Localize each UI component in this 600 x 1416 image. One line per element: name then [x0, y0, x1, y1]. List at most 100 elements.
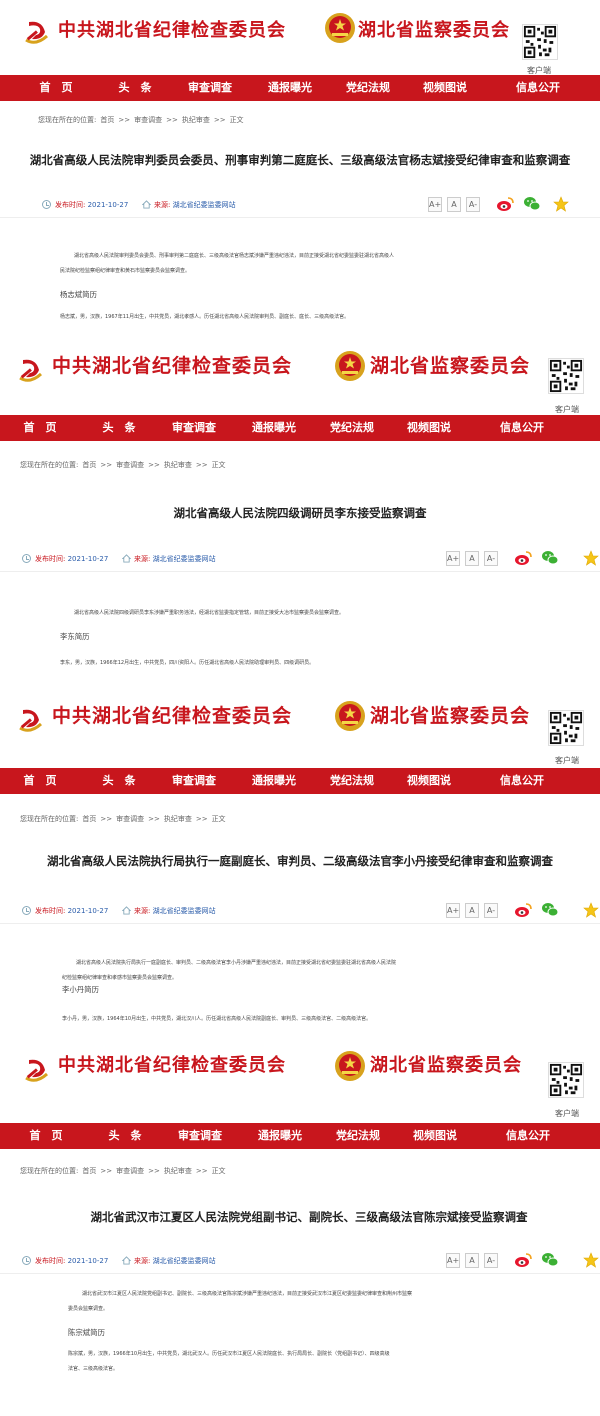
favorite-star-icon[interactable] — [582, 902, 600, 918]
nav-item[interactable]: 审查调查 — [180, 75, 240, 101]
publish-date: 发布时间: 2021-10-27 — [35, 907, 109, 915]
supervision-site-name[interactable]: 湖北省监察委员会 — [370, 701, 530, 728]
weibo-share-icon[interactable] — [514, 550, 532, 566]
breadcrumb-link[interactable]: 执纪审查 — [164, 461, 192, 469]
publish-date: 发布时间: 2021-10-27 — [35, 1257, 109, 1265]
nav-item[interactable]: 信息公开 — [492, 768, 552, 794]
breadcrumb-link[interactable]: 首页 — [82, 815, 96, 823]
nav-item[interactable]: 首 页 — [16, 1123, 76, 1149]
nav-item[interactable]: 头 条 — [89, 768, 149, 794]
intro-line: 湖北省高级人民法院执行局执行一庭副庭长、审判员、二级高级法官李小丹涉嫌严重违纪违… — [76, 960, 397, 966]
party-site-name[interactable]: 中共湖北省纪律检查委员会 — [52, 351, 292, 378]
article-source: 来源: 湖北省纪委监委网站 — [154, 201, 236, 209]
source-icon — [122, 906, 131, 915]
breadcrumb-link[interactable]: 执纪审查 — [182, 116, 210, 124]
breadcrumb: 您现在所在的位置: 首页 >> 审查调查 >> 执纪审查 >> 正文 — [0, 1166, 600, 1180]
font-size-small-button[interactable]: A- — [484, 1253, 498, 1268]
nav-item[interactable]: 审查调查 — [164, 768, 224, 794]
favorite-star-icon[interactable] — [582, 550, 600, 566]
party-site-name[interactable]: 中共湖北省纪律检查委员会 — [52, 701, 292, 728]
nav-item[interactable]: 视频图说 — [415, 75, 475, 101]
font-size-small-button[interactable]: A- — [484, 903, 498, 918]
breadcrumb-link[interactable]: 首页 — [82, 461, 96, 469]
weibo-share-icon[interactable] — [514, 902, 532, 918]
qr-code-icon[interactable] — [522, 24, 558, 60]
nav-item[interactable]: 首 页 — [26, 75, 86, 101]
breadcrumb: 您现在所在的位置: 首页 >> 审查调查 >> 执纪审查 >> 正文 — [0, 115, 600, 129]
national-emblem-icon — [335, 701, 365, 731]
font-size-large-button[interactable]: A+ — [446, 903, 460, 918]
breadcrumb-link[interactable]: 执纪审查 — [164, 1167, 192, 1175]
national-emblem-icon — [335, 351, 365, 381]
nav-item[interactable]: 党纪法规 — [322, 768, 382, 794]
font-size-medium-button[interactable]: A — [465, 1253, 479, 1268]
nav-item[interactable]: 信息公开 — [508, 75, 568, 101]
breadcrumb-link: 正文 — [211, 461, 226, 469]
font-size-large-button[interactable]: A+ — [446, 551, 460, 566]
nav-item[interactable]: 首 页 — [10, 415, 70, 441]
breadcrumb-link[interactable]: 审查调查 — [134, 116, 162, 124]
font-size-medium-button[interactable]: A — [465, 903, 479, 918]
article-section: 中共湖北省纪律检查委员会 湖北省监察委员会 客户端 首 页 头 条 审查调查 通… — [0, 338, 600, 688]
breadcrumb-link[interactable]: 审查调查 — [116, 815, 144, 823]
font-size-small-button[interactable]: A- — [466, 197, 480, 212]
party-emblem-icon — [25, 1059, 49, 1082]
wechat-share-icon[interactable] — [541, 550, 559, 566]
source-icon — [142, 200, 151, 209]
breadcrumb-link[interactable]: 首页 — [100, 116, 114, 124]
nav-item[interactable]: 首 页 — [10, 768, 70, 794]
nav-item[interactable]: 党纪法规 — [322, 415, 382, 441]
nav-item[interactable]: 审查调查 — [164, 415, 224, 441]
nav-item[interactable]: 通报曝光 — [250, 1123, 310, 1149]
breadcrumb-link[interactable]: 审查调查 — [116, 1167, 144, 1175]
breadcrumb-link[interactable]: 执纪审查 — [164, 815, 192, 823]
wechat-share-icon[interactable] — [523, 196, 541, 212]
party-site-name[interactable]: 中共湖北省纪律检查委员会 — [58, 1051, 286, 1077]
nav-item[interactable]: 党纪法规 — [328, 1123, 388, 1149]
nav-item[interactable]: 头 条 — [105, 75, 165, 101]
party-site-name[interactable]: 中共湖北省纪律检查委员会 — [58, 16, 286, 42]
breadcrumb-link[interactable]: 首页 — [82, 1167, 96, 1175]
bio-line: 法官、三级高级法官。 — [68, 1366, 119, 1372]
breadcrumb-prefix: 您现在所在的位置: — [38, 116, 97, 124]
nav-item[interactable]: 视频图说 — [399, 768, 459, 794]
favorite-star-icon[interactable] — [552, 196, 570, 212]
nav-item[interactable]: 头 条 — [89, 415, 149, 441]
article-meta-bar: 发布时间: 2021-10-27 来源: 湖北省纪委监委网站 A+ A A- — [0, 546, 600, 572]
weibo-share-icon[interactable] — [496, 196, 514, 212]
font-size-medium-button[interactable]: A — [447, 197, 461, 212]
nav-item[interactable]: 信息公开 — [492, 415, 552, 441]
breadcrumb-link[interactable]: 审查调查 — [116, 461, 144, 469]
font-size-medium-button[interactable]: A — [465, 551, 479, 566]
nav-item[interactable]: 通报曝光 — [260, 75, 320, 101]
font-size-small-button[interactable]: A- — [484, 551, 498, 566]
nav-item[interactable]: 通报曝光 — [244, 415, 304, 441]
favorite-star-icon[interactable] — [582, 1252, 600, 1268]
breadcrumb-link: 正文 — [211, 1167, 226, 1175]
nav-item[interactable]: 头 条 — [95, 1123, 155, 1149]
wechat-share-icon[interactable] — [541, 902, 559, 918]
article-title: 湖北省高级人民法院四级调研员李东接受监察调查 — [173, 506, 427, 520]
wechat-share-icon[interactable] — [541, 1252, 559, 1268]
breadcrumb-separator: >> — [213, 116, 226, 124]
nav-item[interactable]: 党纪法规 — [338, 75, 398, 101]
nav-item[interactable]: 视频图说 — [405, 1123, 465, 1149]
qr-code-icon[interactable] — [548, 1062, 584, 1098]
font-size-large-button[interactable]: A+ — [446, 1253, 460, 1268]
nav-item[interactable]: 信息公开 — [498, 1123, 558, 1149]
qr-code-icon[interactable] — [548, 358, 584, 394]
supervision-site-name[interactable]: 湖北省监察委员会 — [358, 16, 510, 42]
supervision-site-name[interactable]: 湖北省监察委员会 — [370, 351, 530, 378]
bio-line: 李东，男，汉族，1966年12月出生，中共党员，四川资阳人。历任湖北省高级人民法… — [60, 660, 315, 666]
nav-item[interactable]: 审查调查 — [170, 1123, 230, 1149]
supervision-site-name[interactable]: 湖北省监察委员会 — [370, 1051, 522, 1077]
nav-item[interactable]: 视频图说 — [399, 415, 459, 441]
intro-line: 湖北省高级人民法院四级调研员李东涉嫌严重职务违法，经湖北省监委指定管辖，目前正接… — [74, 610, 345, 616]
site-header: 中共湖北省纪律检查委员会 湖北省监察委员会 客户端 — [0, 1038, 600, 1118]
font-size-large-button[interactable]: A+ — [428, 197, 442, 212]
nav-item[interactable]: 通报曝光 — [244, 768, 304, 794]
qr-caption: 客户端 — [555, 756, 579, 765]
weibo-share-icon[interactable] — [514, 1252, 532, 1268]
breadcrumb-link: 正文 — [211, 815, 226, 823]
qr-code-icon[interactable] — [548, 710, 584, 746]
